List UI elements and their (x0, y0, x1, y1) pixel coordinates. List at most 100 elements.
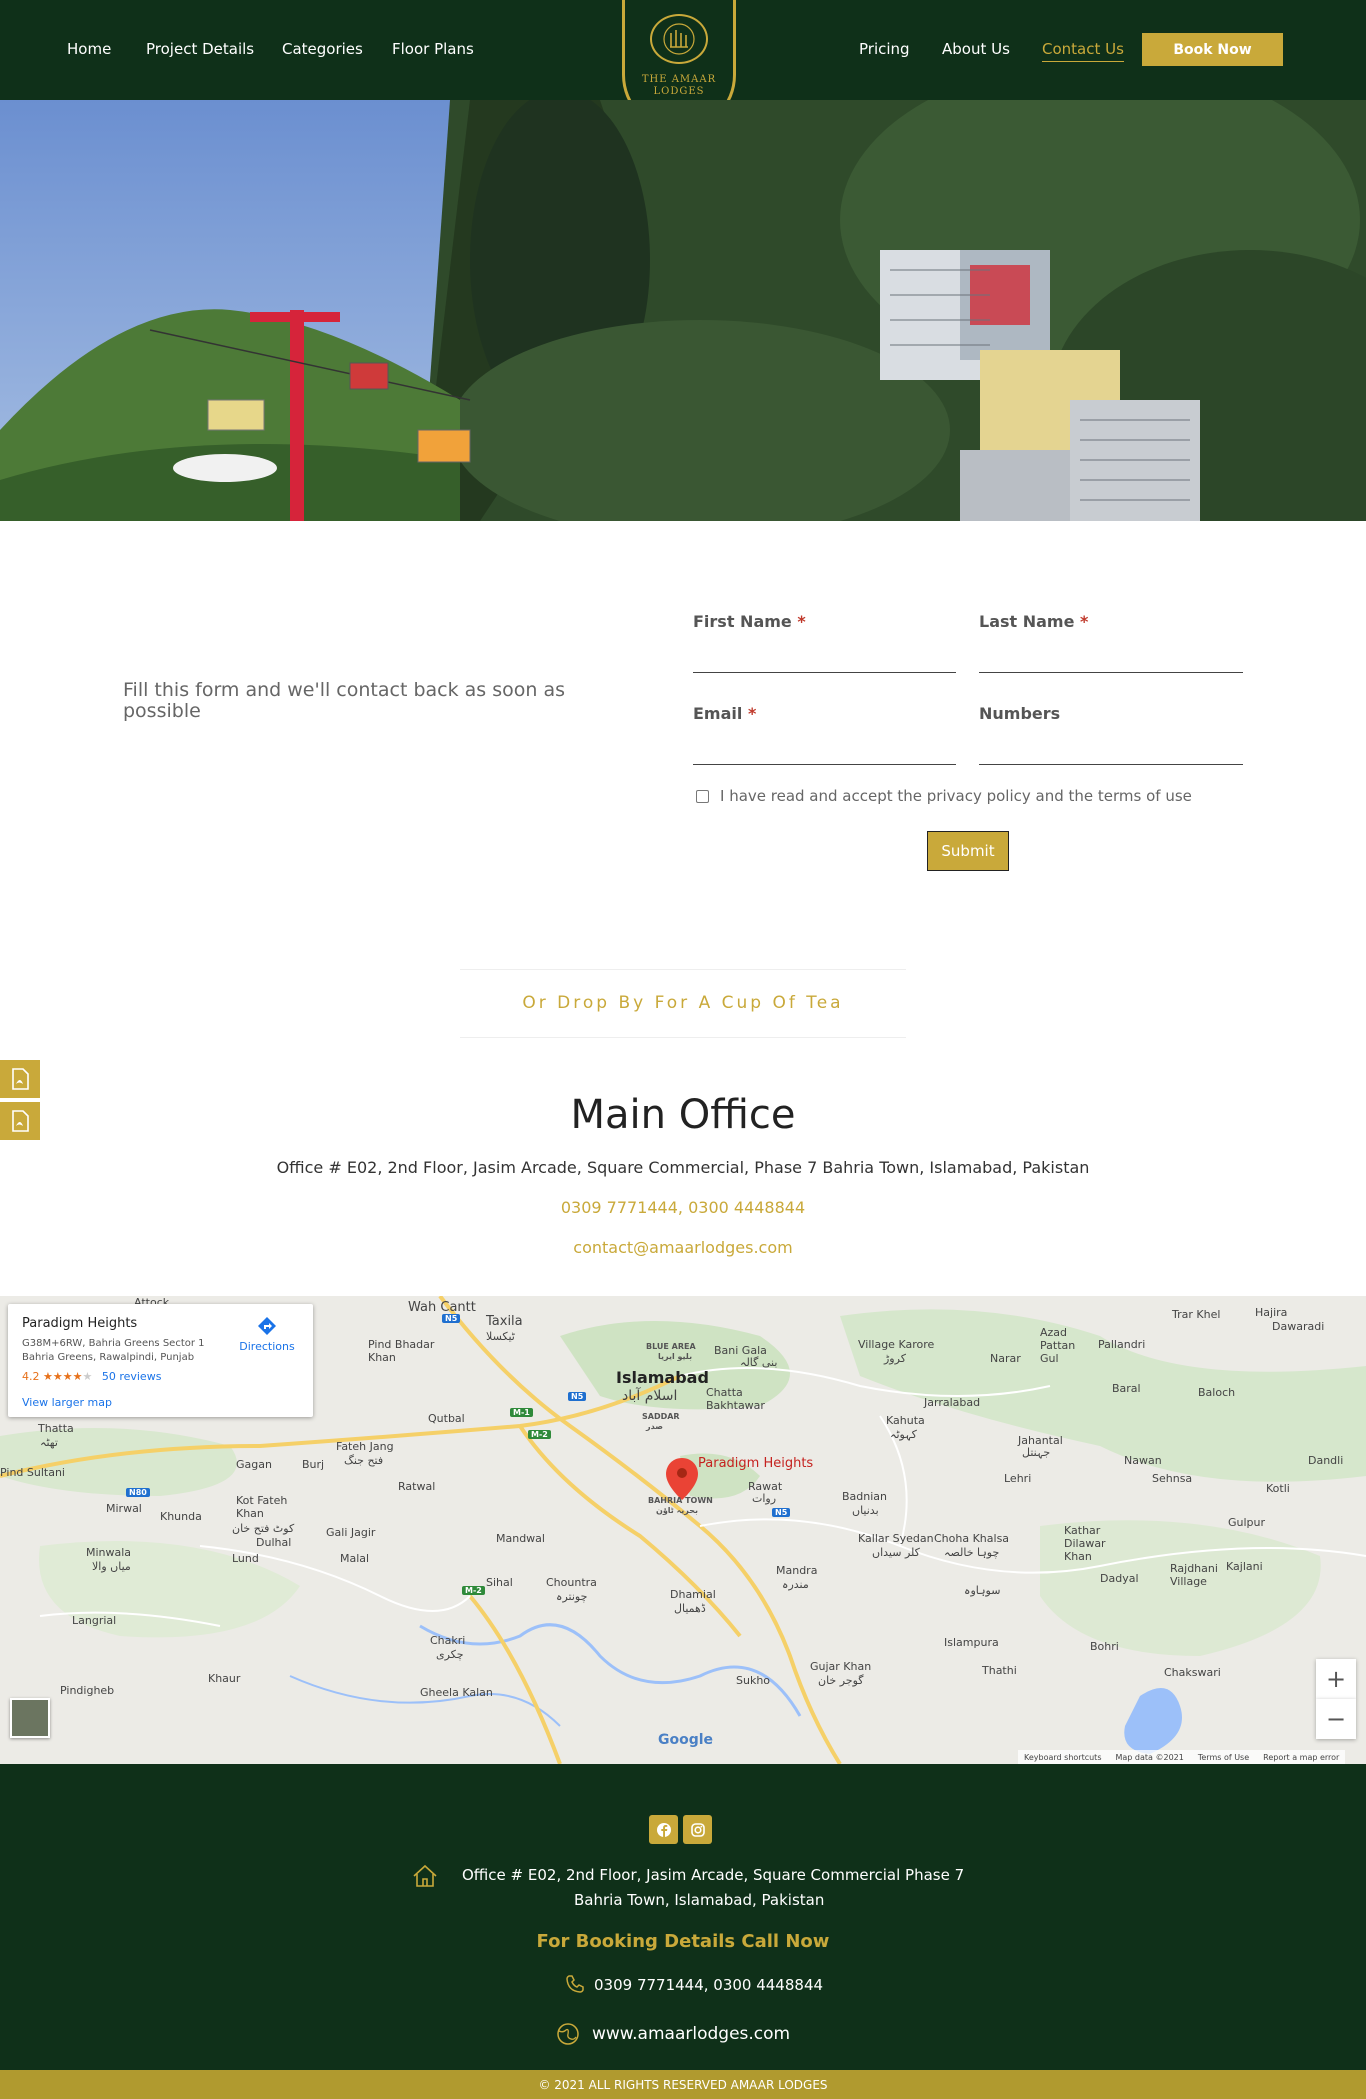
report-map-error-link[interactable]: Report a map error (1263, 1753, 1339, 1762)
map-label-bani-gala-ur: بنی گالہ (740, 1356, 778, 1369)
last-name-label: Last Name * (979, 612, 1088, 631)
map-label-kathar: Kathar Dilawar Khan (1064, 1524, 1106, 1563)
logo-line-2: LODGES (653, 86, 705, 97)
map-label-chakri-ur: چکری (436, 1648, 464, 1661)
map-label-village-karore-ur: کروڑ (884, 1352, 906, 1365)
logo-line-1: THE AMAAR (641, 74, 717, 85)
map-label-trar-khel: Trar Khel (1172, 1308, 1221, 1321)
map-label-choha-khalsa: Choha Khalsa (934, 1532, 1010, 1545)
map-label-mandwal: Mandwal (496, 1532, 545, 1545)
place-rating: 4.2 ★★★★★ 50 reviews (22, 1370, 161, 1383)
nav-categories[interactable]: Categories (282, 40, 363, 58)
map-label-mandra-ur: مندرہ (782, 1578, 809, 1591)
map-label-qutbal: Qutbal (428, 1412, 465, 1425)
map-label-islamabad-ur: اسلام آباد (622, 1388, 678, 1404)
road-badge: M-1 (510, 1408, 533, 1417)
directions-icon (258, 1317, 276, 1335)
map-label-sehnsa: Sehnsa (1152, 1472, 1193, 1485)
map-label-badnian-ur: بدنیاں (852, 1504, 879, 1517)
privacy-consent-label: I have read and accept the privacy polic… (720, 787, 1192, 805)
tagline-divider-top (460, 969, 906, 970)
map-label-lund: Lund (232, 1552, 259, 1565)
map-label-gheela-kalan: Gheela Kalan (420, 1686, 493, 1699)
map-label-kahuta: Kahuta (886, 1414, 925, 1427)
map-label-minwala-ur: میاں والا (92, 1560, 131, 1573)
logo-text: THE AMAAR LODGES (628, 74, 730, 98)
map-label-gujar-khan-ur: گوجر خان (818, 1674, 864, 1687)
numbers-label: Numbers (979, 704, 1061, 723)
nav-home[interactable]: Home (67, 40, 111, 58)
google-logo: Google (658, 1732, 714, 1748)
zoom-in-button[interactable]: + (1316, 1659, 1356, 1699)
map-pin-label[interactable]: Paradigm Heights (698, 1456, 813, 1471)
last-name-input[interactable] (979, 640, 1243, 670)
facebook-button[interactable] (649, 1815, 678, 1844)
map-label-gulpur: Gulpur (1228, 1516, 1266, 1529)
office-email[interactable]: contact@amaarlodges.com (0, 1238, 1366, 1257)
rating-stars: ★★★★ (43, 1370, 83, 1383)
instagram-button[interactable] (683, 1815, 712, 1844)
map-label-mandra: Mandra (776, 1564, 818, 1577)
map-label-lehri: Lehri (1004, 1472, 1032, 1485)
email-input[interactable] (693, 732, 956, 762)
nav-contact-us[interactable]: Contact Us (1042, 40, 1124, 62)
map-label-pind-sultani: Pind Sultani (0, 1466, 65, 1479)
zoom-out-button[interactable]: − (1316, 1699, 1356, 1739)
road-badge: N80 (126, 1488, 150, 1497)
office-address: Office # E02, 2nd Floor, Jasim Arcade, S… (276, 1158, 1090, 1177)
map-label-dawaradi: Dawaradi (1272, 1320, 1325, 1333)
view-larger-map-link[interactable]: View larger map (22, 1396, 112, 1409)
map-label-sohawa-ur: سوہاوہ (964, 1584, 1001, 1597)
map-label-baloch: Baloch (1198, 1386, 1236, 1399)
map-label-saddar: SADDAR (642, 1412, 680, 1421)
reviews-link[interactable]: 50 reviews (102, 1370, 162, 1383)
map-label-burj: Burj (302, 1458, 325, 1471)
map-label-fateh-jang: Fateh Jang (336, 1440, 394, 1453)
footer-phones[interactable]: 0309 7771444, 0300 4448844 (594, 1976, 823, 1994)
map-label-dhamial: Dhamial (670, 1588, 716, 1601)
book-now-button[interactable]: Book Now (1142, 33, 1283, 66)
nav-about-us[interactable]: About Us (942, 40, 1010, 58)
logo-emblem-icon (650, 14, 708, 64)
map-info-card: Paradigm Heights G38M+6RW, Bahria Greens… (8, 1304, 313, 1417)
satellite-toggle[interactable] (10, 1698, 50, 1738)
map-label-kot-fateh-khan: Kot Fateh Khan (236, 1494, 288, 1520)
map-label-village-karore: Village Karore (858, 1338, 935, 1351)
tagline-divider-bottom (460, 1037, 906, 1038)
nav-pricing[interactable]: Pricing (859, 40, 910, 58)
map-label-islamabad: Islamabad (616, 1368, 709, 1387)
privacy-checkbox[interactable] (696, 790, 709, 803)
map-label-langrial: Langrial (72, 1614, 117, 1627)
required-mark: * (1080, 612, 1089, 631)
numbers-input[interactable] (979, 732, 1243, 762)
office-phones[interactable]: 0309 7771444, 0300 4448844 (0, 1198, 1366, 1217)
submit-button[interactable]: Submit (927, 831, 1009, 871)
road-badge: N5 (442, 1314, 461, 1323)
nav-floor-plans[interactable]: Floor Plans (392, 40, 474, 58)
terms-of-use-link[interactable]: Terms of Use (1198, 1753, 1249, 1762)
map-label-saddar-ur: صدر (646, 1422, 663, 1431)
map-label-gujar-khan: Gujar Khan (810, 1660, 872, 1673)
footer-address-line-1: Office # E02, 2nd Floor, Jasim Arcade, S… (462, 1866, 965, 1884)
first-name-label-text: First Name (693, 612, 792, 631)
place-address-line-2: Bahria Greens, Rawalpindi, Punjab (22, 1352, 195, 1363)
nav-project-details[interactable]: Project Details (146, 40, 254, 58)
map-label-kahuta-ur: کہوٹہ (890, 1428, 917, 1441)
google-map[interactable]: Islamabad اسلام آباد Wah Cantt Taxila ٹی… (0, 1296, 1366, 1764)
home-icon (413, 1864, 437, 1887)
directions-button[interactable]: Directions (236, 1316, 298, 1353)
map-label-azad-pattan: Azad Pattan Gul (1040, 1326, 1076, 1365)
first-name-input[interactable] (693, 640, 956, 670)
pdf-icon (12, 1068, 29, 1090)
map-label-pind-bhadar: Pind Bhadar Khan (368, 1338, 435, 1364)
map-label-baral: Baral (1112, 1382, 1141, 1395)
required-mark: * (797, 612, 806, 631)
map-label-dadyal: Dadyal (1100, 1572, 1139, 1585)
map-label-gagan: Gagan (236, 1458, 272, 1471)
keyboard-shortcuts-link[interactable]: Keyboard shortcuts (1024, 1753, 1101, 1762)
map-label-malal: Malal (340, 1552, 370, 1565)
road-badge: M-2 (528, 1430, 551, 1439)
map-label-chountra: Chountra (546, 1576, 597, 1589)
map-label-thathi: Thathi (982, 1664, 1017, 1677)
footer-website[interactable]: www.amaarlodges.com (592, 2024, 790, 2044)
